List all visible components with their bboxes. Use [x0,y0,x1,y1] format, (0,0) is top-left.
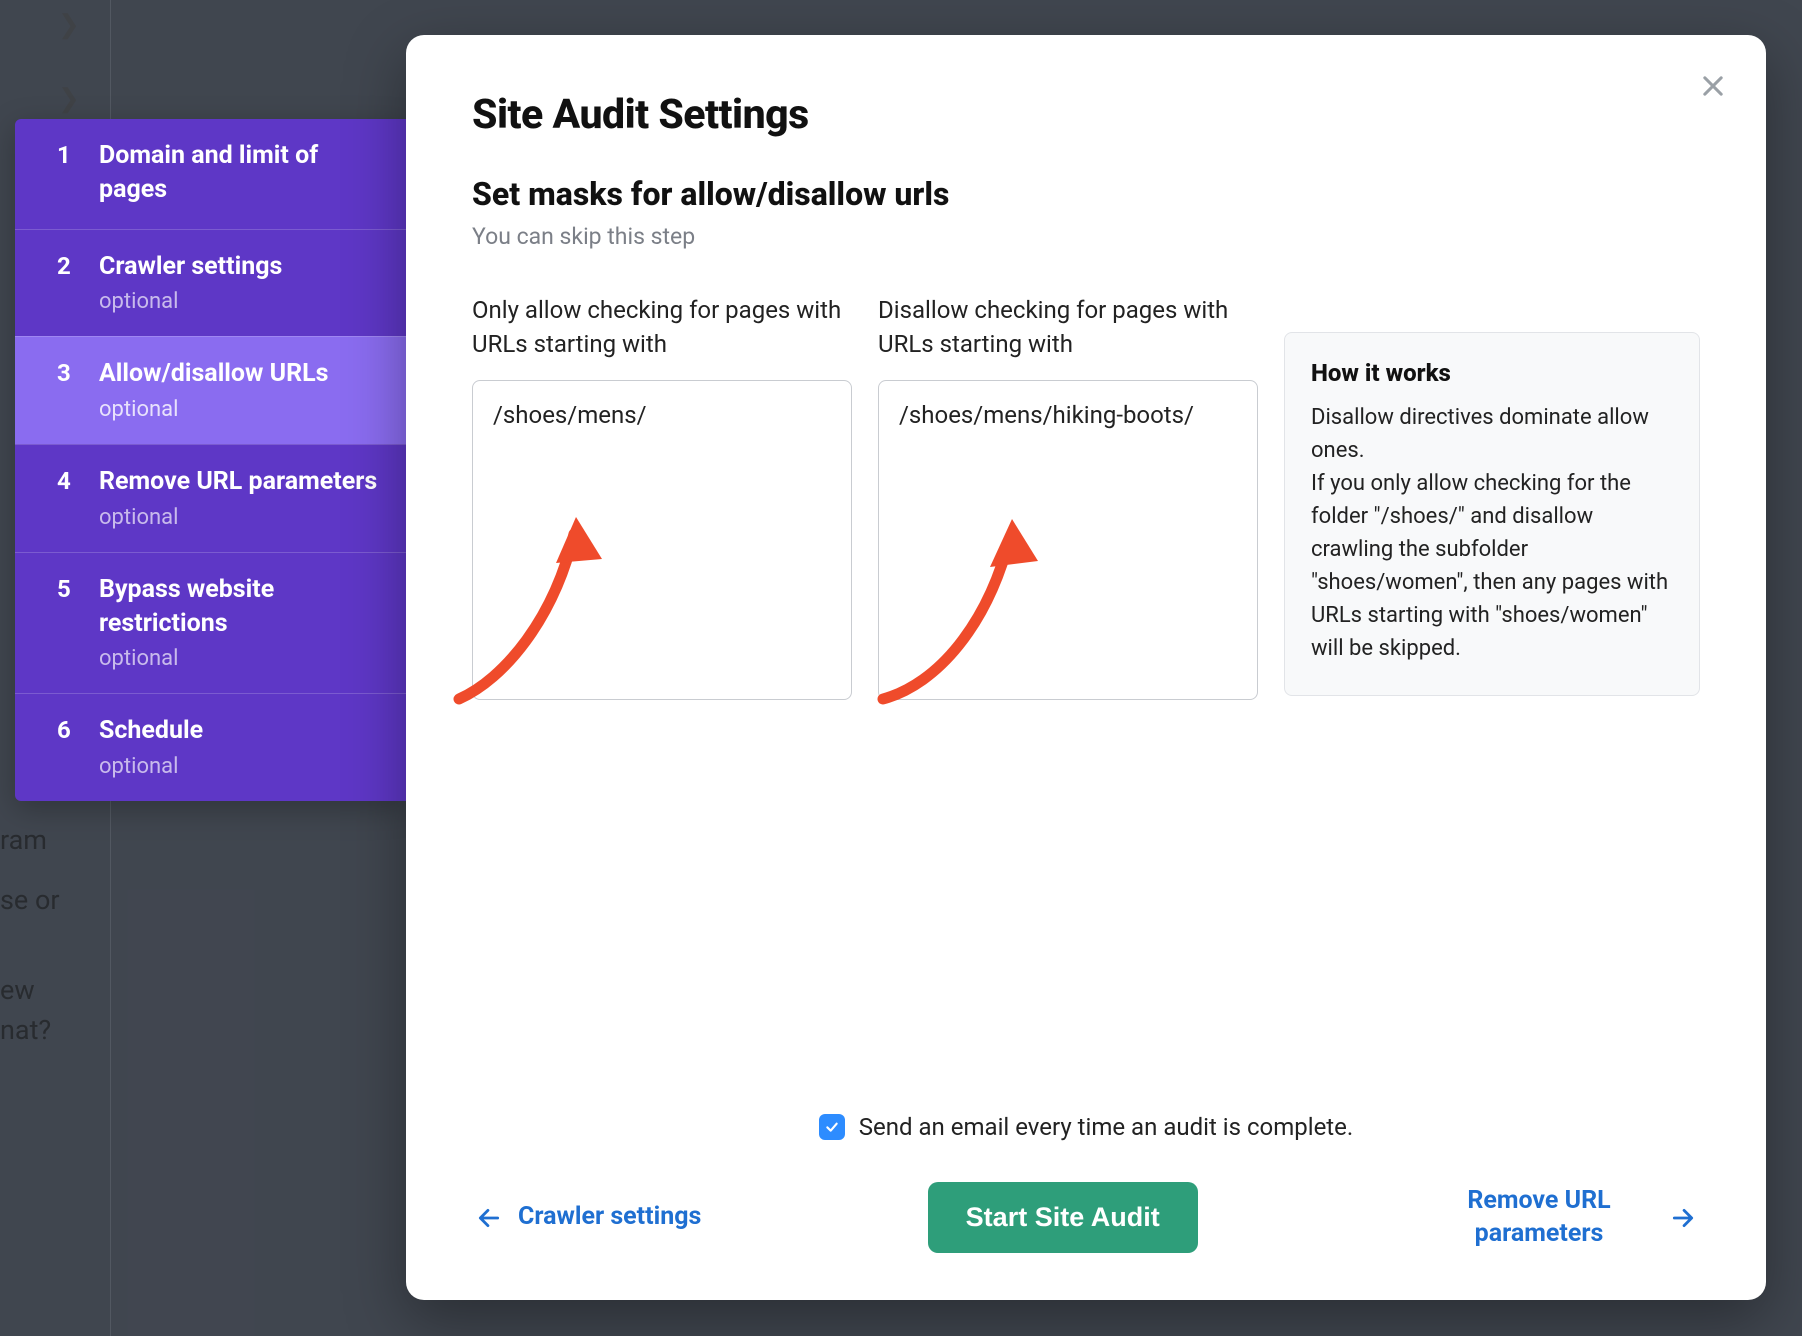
info-title: How it works [1311,359,1673,387]
step-title: Set masks for allow/disallow urls [472,175,1700,213]
allow-column: Only allow checking for pages with URLs … [472,294,852,704]
start-audit-button[interactable]: Start Site Audit [928,1182,1198,1253]
wizard-step-allow-disallow[interactable]: 3 Allow/disallow URLs optional [15,336,407,444]
disallow-column: Disallow checking for pages with URLs st… [878,294,1258,704]
wizard-step-optional: optional [99,397,381,422]
arrow-right-icon [1670,1205,1696,1231]
wizard-step-label: Bypass website restrictions [99,573,381,641]
close-icon [1699,72,1727,100]
wizard-step-remove-params[interactable]: 4 Remove URL parameters optional [15,444,407,552]
email-label: Send an email every time an audit is com… [859,1113,1353,1141]
wizard-step-crawler[interactable]: 2 Crawler settings optional [15,229,407,337]
info-body: If you only allow checking for the folde… [1311,467,1673,665]
wizard-step-domain[interactable]: 1 Domain and limit of pages [15,119,407,229]
skip-hint: You can skip this step [472,223,1700,250]
wizard-nav: 1 Domain and limit of pages 2 Crawler se… [15,119,407,801]
email-checkbox[interactable] [819,1114,845,1140]
wizard-step-optional: optional [99,646,381,671]
arrow-left-icon [476,1205,502,1231]
wizard-step-label: Schedule [99,714,381,748]
back-label: Crawler settings [518,1201,701,1234]
wizard-step-label: Crawler settings [99,250,381,284]
wizard-step-number: 1 [57,139,75,207]
primary-label: Start Site Audit [966,1202,1160,1232]
modal-title: Site Audit Settings [472,91,1700,139]
wizard-step-number: 6 [57,714,75,779]
wizard-step-number: 4 [57,465,75,530]
wizard-step-optional: optional [99,505,381,530]
allow-masks-input[interactable] [472,380,852,700]
close-button[interactable] [1692,65,1734,107]
back-button[interactable]: Crawler settings [472,1191,705,1244]
wizard-step-number: 5 [57,573,75,672]
info-panel: How it works Disallow directives dominat… [1284,332,1700,696]
disallow-label: Disallow checking for pages with URLs st… [878,294,1258,366]
wizard-step-number: 3 [57,357,75,422]
next-label: Remove URL parameters [1424,1185,1654,1250]
info-body: Disallow directives dominate allow ones. [1311,401,1673,467]
wizard-step-label: Domain and limit of pages [99,139,381,207]
disallow-masks-input[interactable] [878,380,1258,700]
wizard-step-label: Remove URL parameters [99,465,381,499]
allow-label: Only allow checking for pages with URLs … [472,294,852,366]
modal-footer: Send an email every time an audit is com… [472,1113,1700,1300]
wizard-step-label: Allow/disallow URLs [99,357,381,391]
next-button[interactable]: Remove URL parameters [1420,1175,1700,1260]
settings-modal: Site Audit Settings Set masks for allow/… [406,35,1766,1300]
check-icon [824,1119,840,1135]
wizard-step-bypass[interactable]: 5 Bypass website restrictions optional [15,552,407,694]
wizard-step-optional: optional [99,289,381,314]
wizard-step-schedule[interactable]: 6 Schedule optional [15,693,407,801]
wizard-step-optional: optional [99,754,381,779]
wizard-step-number: 2 [57,250,75,315]
